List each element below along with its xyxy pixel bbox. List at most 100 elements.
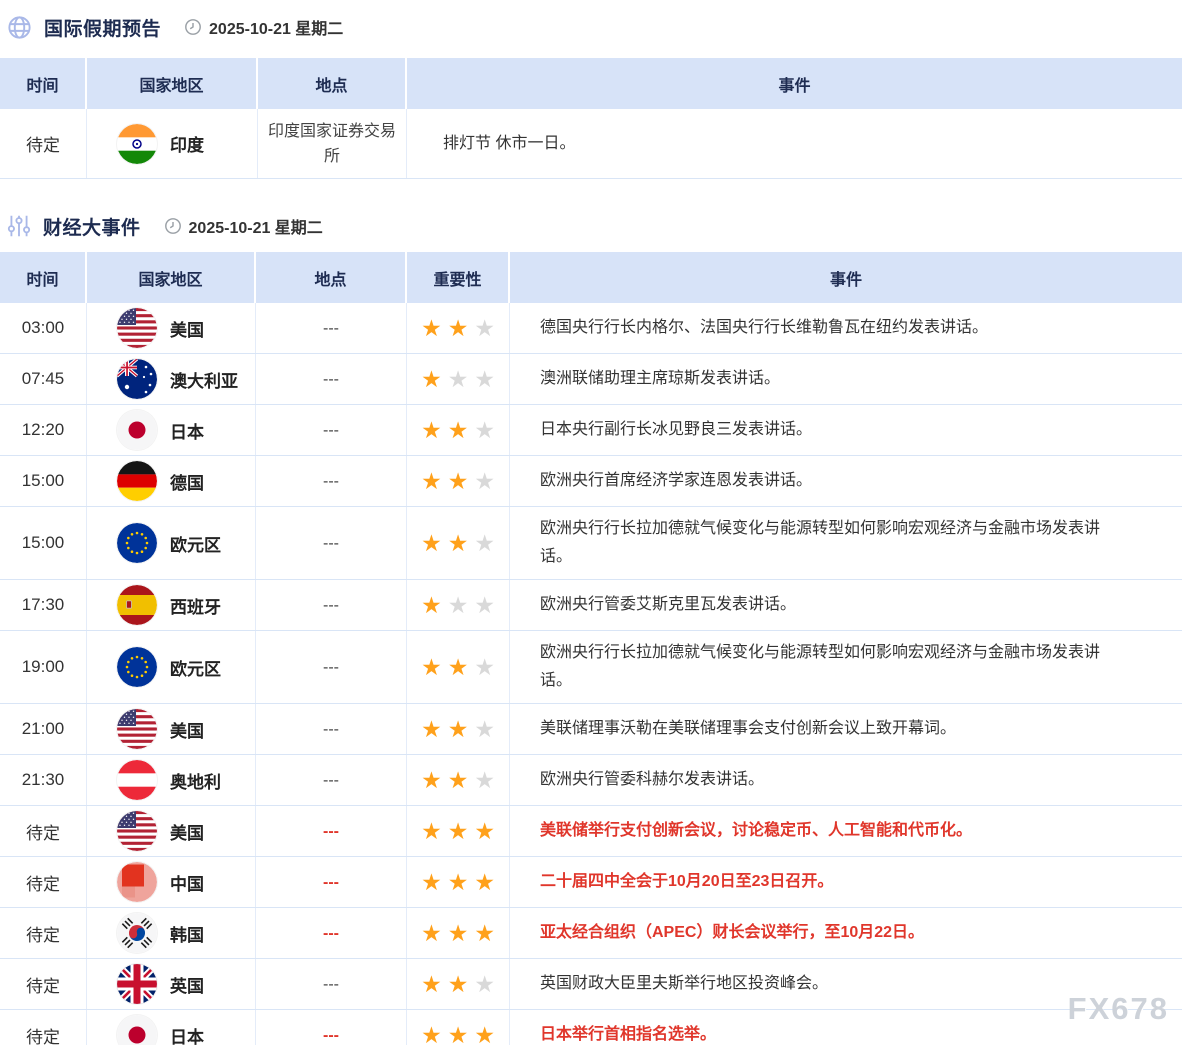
events-table-body: 03:00美国---★★★德国央行行长内格尔、法国央行行长维勒鲁瓦在纽约发表讲话… bbox=[0, 303, 1182, 1045]
col-event: 事件 bbox=[407, 58, 1182, 109]
location-cell: --- bbox=[256, 704, 407, 754]
col-importance: 重要性 bbox=[407, 252, 510, 303]
star-icon: ★ bbox=[421, 820, 442, 843]
star-icon: ★ bbox=[474, 871, 495, 894]
country-name: 澳大利亚 bbox=[170, 367, 238, 392]
importance-cell: ★★★ bbox=[407, 405, 510, 455]
star-icon: ★ bbox=[474, 470, 495, 493]
time-cell: 待定 bbox=[0, 857, 87, 907]
eu-flag-icon bbox=[117, 523, 157, 563]
holiday-section-header: 国际假期预告 2025-10-21 星期二 bbox=[0, 0, 1182, 44]
country-cell: 欧元区 bbox=[87, 507, 256, 579]
holiday-table-body: 待定印度印度国家证券交易所排灯节 休市一日。 bbox=[0, 109, 1182, 179]
location-cell: --- bbox=[256, 755, 407, 805]
country-name: 欧元区 bbox=[170, 655, 221, 680]
event-text: 欧洲央行管委艾斯克里瓦发表讲话。 bbox=[540, 591, 796, 619]
star-icon: ★ bbox=[448, 470, 469, 493]
time-cell: 15:00 bbox=[0, 507, 87, 579]
country-cell: 日本 bbox=[87, 1010, 256, 1045]
importance-cell: ★★★ bbox=[407, 959, 510, 1009]
eu-flag-icon bbox=[117, 647, 157, 687]
country-name: 中国 bbox=[170, 870, 204, 895]
star-icon: ★ bbox=[421, 368, 442, 391]
country-cell: 日本 bbox=[87, 405, 256, 455]
holiday-table: 时间 国家地区 地点 事件 待定印度印度国家证券交易所排灯节 休市一日。 bbox=[0, 58, 1182, 179]
holiday-table-header: 时间 国家地区 地点 事件 bbox=[0, 58, 1182, 109]
event-text: 德国央行行长内格尔、法国央行行长维勒鲁瓦在纽约发表讲话。 bbox=[540, 314, 988, 342]
time-cell: 待定 bbox=[0, 806, 87, 856]
importance-cell: ★★★ bbox=[407, 507, 510, 579]
star-icon: ★ bbox=[474, 922, 495, 945]
country-name: 美国 bbox=[170, 819, 204, 844]
time-cell: 07:45 bbox=[0, 354, 87, 404]
event-text: 亚太经合组织（APEC）财长会议举行，至10月22日。 bbox=[540, 919, 924, 947]
event-cell: 德国央行行长内格尔、法国央行行长维勒鲁瓦在纽约发表讲话。 bbox=[510, 303, 1182, 353]
importance-cell: ★★★ bbox=[407, 755, 510, 805]
col-time: 时间 bbox=[0, 252, 87, 303]
country-cell: 澳大利亚 bbox=[87, 354, 256, 404]
importance-cell: ★★★ bbox=[407, 806, 510, 856]
star-icon: ★ bbox=[448, 656, 469, 679]
star-icon: ★ bbox=[448, 368, 469, 391]
country-cell: 中国 bbox=[87, 857, 256, 907]
event-row: 21:30奥地利---★★★欧洲央行管委科赫尔发表讲话。 bbox=[0, 755, 1182, 806]
country-cell: 美国 bbox=[87, 806, 256, 856]
location-cell: --- bbox=[256, 908, 407, 958]
cn-flag-icon bbox=[117, 862, 157, 902]
star-icon: ★ bbox=[474, 656, 495, 679]
event-text: 欧洲央行管委科赫尔发表讲话。 bbox=[540, 766, 764, 794]
importance-cell: ★★★ bbox=[407, 631, 510, 703]
event-cell: 日本央行副行长冰见野良三发表讲话。 bbox=[510, 405, 1182, 455]
country-name: 美国 bbox=[170, 316, 204, 341]
importance-cell: ★★★ bbox=[407, 908, 510, 958]
country-name: 美国 bbox=[170, 717, 204, 742]
location-cell: --- bbox=[256, 507, 407, 579]
event-row: 待定韩国---★★★亚太经合组织（APEC）财长会议举行，至10月22日。 bbox=[0, 908, 1182, 959]
star-icon: ★ bbox=[474, 973, 495, 996]
event-row: 03:00美国---★★★德国央行行长内格尔、法国央行行长维勒鲁瓦在纽约发表讲话… bbox=[0, 303, 1182, 354]
location-cell: --- bbox=[256, 631, 407, 703]
event-cell: 美联储举行支付创新会议，讨论稳定币、人工智能和代币化。 bbox=[510, 806, 1182, 856]
country-cell: 美国 bbox=[87, 704, 256, 754]
star-icon: ★ bbox=[474, 594, 495, 617]
col-location: 地点 bbox=[258, 58, 407, 109]
time-cell: 17:30 bbox=[0, 580, 87, 630]
location-cell: --- bbox=[256, 806, 407, 856]
importance-cell: ★★★ bbox=[407, 354, 510, 404]
country-name: 印度 bbox=[170, 131, 204, 156]
event-text: 欧洲央行行长拉加德就气候变化与能源转型如何影响宏观经济与金融市场发表讲话。 bbox=[540, 639, 1125, 695]
country-cell: 奥地利 bbox=[87, 755, 256, 805]
star-icon: ★ bbox=[448, 1024, 469, 1045]
star-icon: ★ bbox=[448, 871, 469, 894]
importance-cell: ★★★ bbox=[407, 704, 510, 754]
event-text: 英国财政大臣里夫斯举行地区投资峰会。 bbox=[540, 970, 828, 998]
country-cell: 欧元区 bbox=[87, 631, 256, 703]
star-icon: ★ bbox=[421, 922, 442, 945]
star-icon: ★ bbox=[421, 419, 442, 442]
event-row: 待定英国---★★★英国财政大臣里夫斯举行地区投资峰会。 bbox=[0, 959, 1182, 1010]
events-table: 时间 国家地区 地点 重要性 事件 03:00美国---★★★德国央行行长内格尔… bbox=[0, 252, 1182, 1045]
country-name: 西班牙 bbox=[170, 593, 221, 618]
location-cell: --- bbox=[256, 303, 407, 353]
country-name: 英国 bbox=[170, 972, 204, 997]
location-cell: --- bbox=[256, 405, 407, 455]
country-name: 韩国 bbox=[170, 921, 204, 946]
importance-cell: ★★★ bbox=[407, 580, 510, 630]
in-flag-icon bbox=[117, 124, 157, 164]
country-cell: 印度 bbox=[87, 109, 258, 178]
star-icon: ★ bbox=[421, 769, 442, 792]
location-cell: --- bbox=[256, 456, 407, 506]
event-cell: 亚太经合组织（APEC）财长会议举行，至10月22日。 bbox=[510, 908, 1182, 958]
jp-flag-icon bbox=[117, 1015, 157, 1045]
time-cell: 19:00 bbox=[0, 631, 87, 703]
country-cell: 英国 bbox=[87, 959, 256, 1009]
fx678-watermark: FX678 bbox=[1068, 991, 1169, 1027]
importance-cell: ★★★ bbox=[407, 303, 510, 353]
star-icon: ★ bbox=[448, 419, 469, 442]
star-icon: ★ bbox=[474, 317, 495, 340]
event-row: 15:00德国---★★★欧洲央行首席经济学家连恩发表讲话。 bbox=[0, 456, 1182, 507]
star-icon: ★ bbox=[474, 769, 495, 792]
country-cell: 德国 bbox=[87, 456, 256, 506]
event-text: 日本央行副行长冰见野良三发表讲话。 bbox=[540, 416, 812, 444]
us-flag-icon bbox=[117, 811, 157, 851]
